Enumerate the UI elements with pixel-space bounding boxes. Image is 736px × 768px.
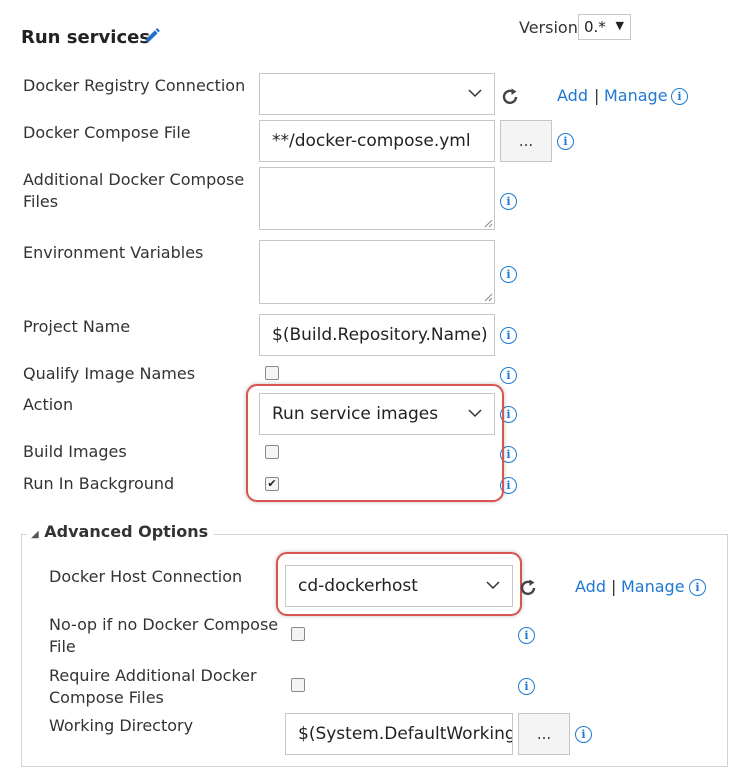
workdir-label: Working Directory <box>49 716 194 735</box>
registry-select[interactable] <box>259 73 495 115</box>
resize-grip-icon[interactable] <box>484 219 493 228</box>
compose-file-input[interactable]: **/docker-compose.yml <box>259 120 495 162</box>
build-images-checkbox[interactable] <box>265 445 279 459</box>
qualify-label: Qualify Image Names <box>23 364 196 383</box>
version-label: Version <box>519 18 578 37</box>
additional-files-label: Additional Docker Compose Files <box>23 169 244 213</box>
noop-label: No-op if no Docker Compose File <box>49 614 278 658</box>
registry-add-link[interactable]: Add <box>557 86 588 105</box>
host-select[interactable]: cd-dockerhost <box>285 565 513 607</box>
advanced-options-header[interactable]: ◢ Advanced Options <box>27 522 215 541</box>
require-label-line2: Compose Files <box>49 688 164 707</box>
host-manage-link[interactable]: Manage <box>621 577 685 596</box>
version-select[interactable]: 0.* ▼ <box>578 14 631 40</box>
dropdown-arrow-icon: ▼ <box>615 19 624 32</box>
workdir-browse-button[interactable]: ... <box>518 713 570 755</box>
qualify-checkbox[interactable] <box>265 366 279 380</box>
env-vars-textarea[interactable] <box>259 240 495 304</box>
collapse-triangle-icon: ◢ <box>31 529 39 540</box>
registry-info-icon[interactable]: i <box>671 88 688 105</box>
compose-file-info-icon[interactable]: i <box>557 133 574 150</box>
registry-separator: | <box>594 86 600 105</box>
project-name-label: Project Name <box>23 317 131 336</box>
resize-grip-icon[interactable] <box>484 293 493 302</box>
env-vars-info-icon[interactable]: i <box>500 266 517 283</box>
compose-file-label: Docker Compose File <box>23 123 191 142</box>
project-name-input[interactable]: $(Build.Repository.Name) <box>259 314 495 356</box>
require-label: Require Additional Docker Compose Files <box>49 665 257 709</box>
require-info-icon[interactable]: i <box>518 678 535 695</box>
noop-checkbox[interactable] <box>291 627 305 641</box>
host-info-icon[interactable]: i <box>689 579 706 596</box>
project-name-info-icon[interactable]: i <box>500 327 517 344</box>
additional-files-label-line2: Files <box>23 192 59 211</box>
host-value: cd-dockerhost <box>298 576 418 596</box>
host-separator: | <box>611 577 617 596</box>
action-label: Action <box>23 395 74 414</box>
additional-files-textarea[interactable] <box>259 167 495 230</box>
qualify-info-icon[interactable]: i <box>500 367 517 384</box>
action-value: Run service images <box>272 404 439 424</box>
chevron-down-icon <box>468 89 482 98</box>
require-checkbox[interactable] <box>291 678 305 692</box>
chevron-down-icon <box>468 409 482 418</box>
host-add-link[interactable]: Add <box>575 577 606 596</box>
compose-file-browse-button[interactable]: ... <box>500 120 552 162</box>
section-title: Run services <box>21 27 151 48</box>
version-value: 0.* <box>584 18 606 36</box>
additional-files-info-icon[interactable]: i <box>500 193 517 210</box>
refresh-icon[interactable] <box>519 578 539 598</box>
run-background-checkbox[interactable]: ✔ <box>265 477 279 491</box>
workdir-input[interactable]: $(System.DefaultWorkingDirectory) <box>285 713 513 755</box>
run-background-label: Run In Background <box>23 474 175 493</box>
noop-label-line1: No-op if no Docker Compose <box>49 615 279 634</box>
build-images-label: Build Images <box>23 442 127 461</box>
workdir-info-icon[interactable]: i <box>575 726 592 743</box>
noop-info-icon[interactable]: i <box>518 627 535 644</box>
chevron-down-icon <box>486 581 500 590</box>
additional-files-label-line1: Additional Docker Compose <box>23 170 245 189</box>
registry-manage-link[interactable]: Manage <box>604 86 668 105</box>
host-label: Docker Host Connection <box>49 567 243 586</box>
build-images-info-icon[interactable]: i <box>500 446 517 463</box>
edit-pencil-icon[interactable] <box>143 27 161 45</box>
action-select[interactable]: Run service images <box>259 393 495 435</box>
registry-label: Docker Registry Connection <box>23 76 246 95</box>
advanced-options-title: Advanced Options <box>44 522 209 541</box>
require-label-line1: Require Additional Docker <box>49 666 257 685</box>
env-vars-label: Environment Variables <box>23 243 204 262</box>
refresh-icon[interactable] <box>501 87 521 107</box>
run-background-info-icon[interactable]: i <box>500 477 517 494</box>
noop-label-line2: File <box>49 637 76 656</box>
action-info-icon[interactable]: i <box>500 406 517 423</box>
